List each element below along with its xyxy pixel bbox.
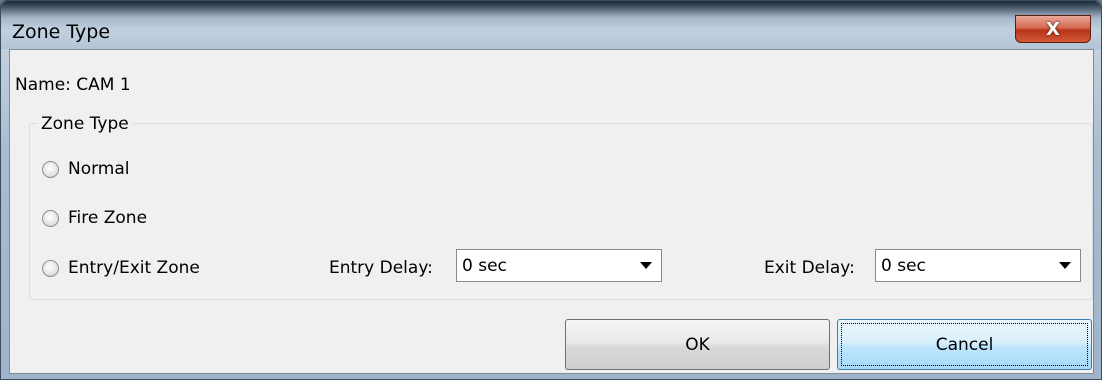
radio-entry-exit-zone[interactable]: Entry/Exit Zone: [42, 258, 200, 278]
radio-button-icon[interactable]: [42, 259, 59, 277]
radio-label-fire-zone: Fire Zone: [68, 208, 148, 228]
radio-button-icon[interactable]: [42, 209, 59, 227]
radio-label-entry-exit-zone: Entry/Exit Zone: [68, 258, 200, 278]
cancel-button[interactable]: Cancel: [837, 319, 1092, 370]
groupbox-legend: Zone Type: [38, 114, 133, 134]
entry-delay-label: Entry Delay:: [329, 258, 433, 278]
zone-name-label: Name: CAM 1: [15, 75, 131, 95]
radio-button-icon[interactable]: [42, 160, 59, 178]
exit-delay-select[interactable]: 0 sec: [875, 249, 1081, 282]
radio-label-normal: Normal: [68, 159, 130, 179]
radio-fire-zone[interactable]: Fire Zone: [42, 208, 147, 228]
chevron-down-icon[interactable]: [1050, 250, 1080, 281]
entry-delay-value: 0 sec: [462, 255, 507, 276]
close-button[interactable]: X: [1015, 15, 1091, 43]
entry-delay-select[interactable]: 0 sec: [456, 249, 662, 282]
window-title: Zone Type: [12, 21, 111, 43]
chevron-down-icon[interactable]: [631, 250, 661, 281]
exit-delay-value: 0 sec: [881, 255, 926, 276]
close-icon: X: [1046, 18, 1060, 40]
exit-delay-label: Exit Delay:: [764, 258, 855, 278]
title-bar[interactable]: Zone Type X: [1, 1, 1101, 49]
ok-button-label: OK: [685, 334, 710, 355]
radio-normal[interactable]: Normal: [42, 159, 130, 179]
zone-type-dialog: Zone Type X Name: CAM 1 Zone Type Normal…: [0, 0, 1102, 380]
ok-button[interactable]: OK: [565, 319, 830, 370]
focus-rectangle: [841, 323, 1088, 366]
